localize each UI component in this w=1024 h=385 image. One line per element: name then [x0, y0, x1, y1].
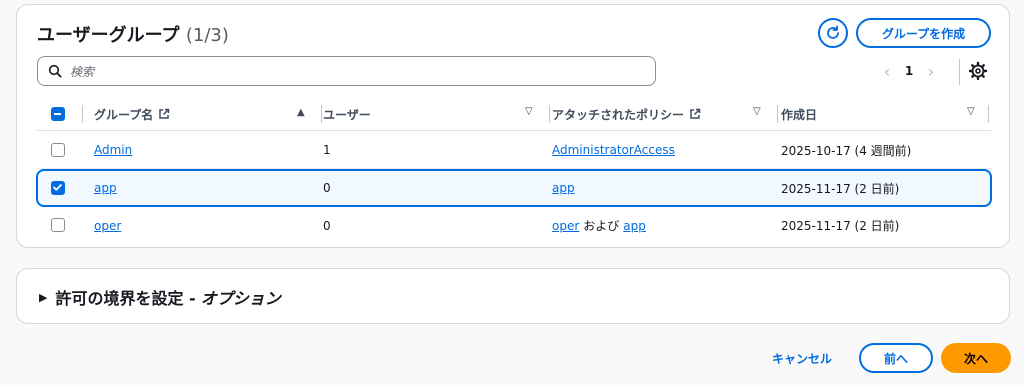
- column-label: アタッチされたポリシー: [552, 107, 685, 122]
- search-input[interactable]: 検索: [37, 56, 656, 86]
- sort-ascending-icon[interactable]: ▲: [297, 107, 305, 118]
- refresh-button[interactable]: [818, 18, 848, 48]
- group-name-link[interactable]: oper: [94, 219, 121, 233]
- column-divider: [82, 105, 83, 123]
- user-count: 0: [323, 181, 331, 195]
- column-label: 作成日: [781, 107, 818, 122]
- sort-icon[interactable]: ▽: [967, 106, 975, 117]
- sort-icon[interactable]: ▽: [753, 106, 761, 117]
- user-groups-panel: ユーザーグループ (1/3) グループを作成 検索 ‹ 1 › グループ名 ▲ …: [16, 4, 1010, 248]
- title-text: ユーザーグループ: [37, 25, 180, 46]
- created-date: 2025-11-17 (2 日前): [781, 219, 900, 233]
- refresh-icon: [827, 25, 839, 39]
- search-icon: [48, 64, 62, 78]
- pagination: ‹ 1 ›: [875, 57, 943, 85]
- caret-right-icon: ▶: [39, 290, 48, 304]
- group-name-link[interactable]: Admin: [94, 143, 132, 157]
- user-count: 0: [323, 218, 331, 233]
- table-row[interactable]: oper 0 oper および app 2025-11-17 (2 日前): [37, 207, 991, 244]
- column-label: ユーザー: [323, 107, 371, 122]
- current-page[interactable]: 1: [899, 64, 919, 78]
- policy-link[interactable]: AdministratorAccess: [552, 143, 675, 157]
- next-button[interactable]: 次へ: [941, 343, 1011, 373]
- page-title: ユーザーグループ (1/3): [37, 21, 229, 47]
- previous-button[interactable]: 前へ: [859, 343, 933, 373]
- external-link-icon: [690, 108, 701, 119]
- created-date: 2025-10-17 (4 週間前): [781, 143, 912, 158]
- select-all-checkbox[interactable]: [51, 107, 65, 121]
- column-header-users[interactable]: ユーザー: [323, 97, 371, 131]
- column-header-attached-policies[interactable]: アタッチされたポリシー: [552, 97, 701, 131]
- column-divider: [988, 105, 989, 123]
- row-checkbox[interactable]: [51, 218, 65, 232]
- permissions-boundary-expander[interactable]: ▶ 許可の境界を設定 - オプション: [39, 285, 281, 309]
- created-date: 2025-11-17 (2 日前): [781, 181, 900, 196]
- policy-link[interactable]: oper: [552, 219, 579, 233]
- row-checkbox[interactable]: [51, 143, 65, 157]
- create-group-button[interactable]: グループを作成: [856, 18, 991, 48]
- expander-optional: オプション: [200, 289, 281, 308]
- column-divider: [321, 105, 322, 123]
- column-header-created[interactable]: 作成日: [781, 97, 817, 131]
- pager-divider: [959, 59, 960, 85]
- permissions-boundary-panel: ▶ 許可の境界を設定 - オプション: [16, 268, 1010, 324]
- next-page-icon[interactable]: ›: [919, 62, 943, 81]
- column-divider: [549, 105, 550, 123]
- column-label: グループ名: [94, 107, 154, 122]
- table-row-selected[interactable]: app 0 app 2025-11-17 (2 日前): [36, 169, 992, 207]
- policy-link[interactable]: app: [623, 219, 646, 233]
- search-placeholder: 検索: [70, 64, 95, 79]
- row-checkbox-checked[interactable]: [51, 181, 65, 195]
- user-count: 1: [323, 143, 331, 157]
- column-header-group-name[interactable]: グループ名: [94, 97, 170, 131]
- selection-count: (1/3): [185, 25, 229, 46]
- check-icon: [53, 184, 62, 191]
- group-name-link[interactable]: app: [94, 181, 117, 195]
- table-row[interactable]: Admin 1 AdministratorAccess 2025-10-17 (…: [37, 132, 991, 169]
- expander-label: 許可の境界を設定 -: [55, 289, 196, 308]
- gear-icon[interactable]: [968, 61, 988, 81]
- prev-page-icon[interactable]: ‹: [875, 62, 899, 81]
- column-divider: [777, 105, 778, 123]
- policy-conjunction: および: [583, 219, 620, 233]
- cancel-button[interactable]: キャンセル: [760, 343, 844, 373]
- policy-link[interactable]: app: [552, 181, 575, 195]
- sort-icon[interactable]: ▽: [525, 106, 533, 117]
- table-header: グループ名 ▲ ユーザー ▽ アタッチされたポリシー ▽ 作成日 ▽: [37, 97, 991, 131]
- external-link-icon: [159, 108, 170, 119]
